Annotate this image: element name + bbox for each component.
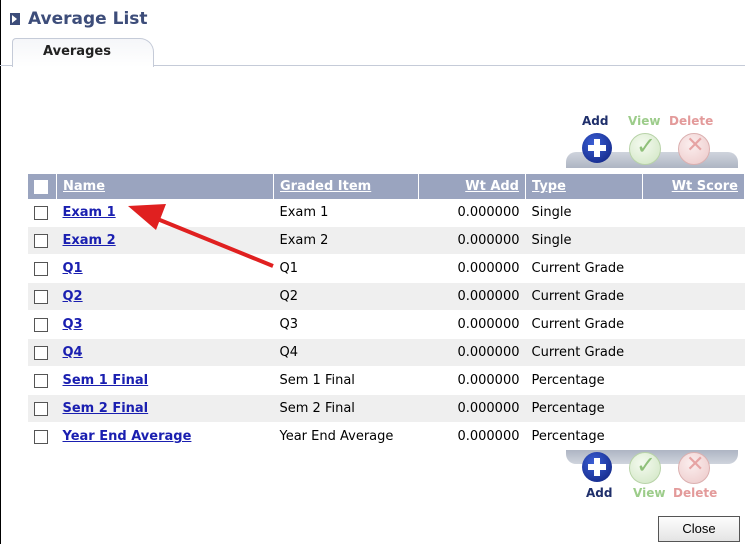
annotation-arrow-icon (128, 204, 274, 268)
